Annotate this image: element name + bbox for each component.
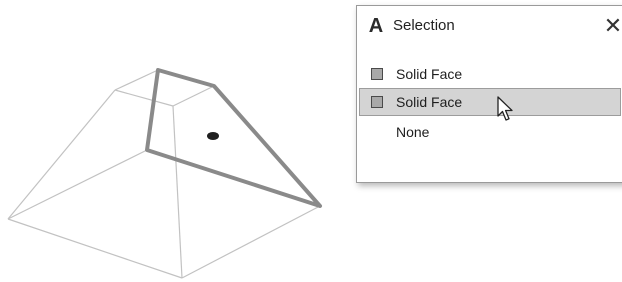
pick-point-marker [207, 132, 219, 140]
option-solid-face-1[interactable]: Solid Face [359, 60, 621, 88]
option-label: Solid Face [396, 94, 463, 110]
selected-solid-face-outline[interactable] [145, 68, 322, 208]
face-swatch-icon [371, 68, 383, 80]
autocad-a-icon: A [368, 15, 384, 37]
option-none[interactable]: None [359, 118, 621, 146]
option-label: Solid Face [396, 66, 463, 82]
face-swatch-icon [371, 96, 383, 108]
dialog-titlebar[interactable]: A Selection ✕ [357, 6, 622, 46]
option-solid-face-2[interactable]: Solid Face [359, 88, 621, 116]
close-icon[interactable]: ✕ [601, 14, 622, 38]
mouse-pointer-icon [497, 96, 513, 121]
option-label: None [396, 124, 430, 140]
dialog-title: Selection [393, 17, 455, 34]
pyramid-frustum-wireframe [7, 69, 321, 279]
selection-dialog: A Selection ✕ Solid Face Solid Face None [356, 5, 622, 183]
